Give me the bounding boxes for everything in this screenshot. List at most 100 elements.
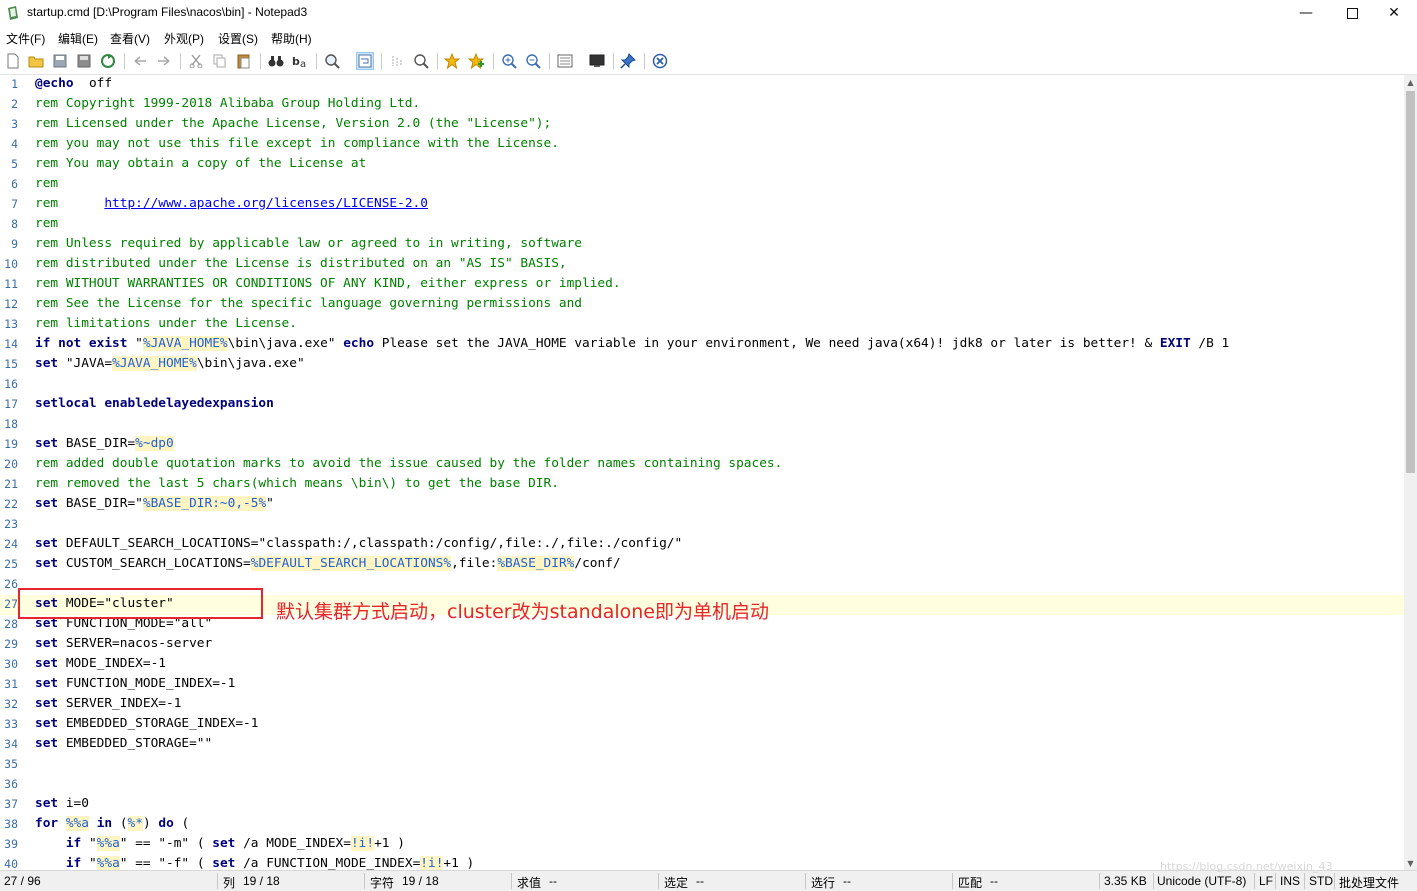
code-line[interactable]: 15 set "JAVA=%JAVA_HOME%\bin\java.exe"	[0, 355, 1404, 375]
line-number: 6	[11, 177, 18, 191]
code-line[interactable]: 4 rem you may not use this file except in…	[0, 135, 1404, 155]
code-line[interactable]: 37 set i=0	[0, 795, 1404, 815]
code-line[interactable]: 3 rem Licensed under the Apache License, …	[0, 115, 1404, 135]
cut-button[interactable]	[187, 52, 205, 70]
code-line[interactable]: 20 rem added double quotation marks to av…	[0, 455, 1404, 475]
code-line[interactable]: 17 setlocal enabledelayedexpansion	[0, 395, 1404, 415]
code-line[interactable]: 16	[0, 375, 1404, 395]
scroll-down-arrow-icon[interactable]: ▼	[1404, 856, 1417, 870]
keyword-token: set	[35, 676, 59, 691]
code-line[interactable]: 21 rem removed the last 5 chars(which mea…	[0, 475, 1404, 495]
line-number: 34	[4, 737, 18, 751]
code-line[interactable]: 35	[0, 755, 1404, 775]
save-button[interactable]	[51, 52, 69, 70]
code-line[interactable]: 11 rem WITHOUT WARRANTIES OR CONDITIONS O…	[0, 275, 1404, 295]
code-line[interactable]: 9 rem Unless required by applicable law o…	[0, 235, 1404, 255]
maximize-button[interactable]	[1329, 0, 1375, 26]
code-line[interactable]: 18	[0, 415, 1404, 435]
code-line[interactable]: 32 set SERVER_INDEX=-1	[0, 695, 1404, 715]
new-file-button[interactable]	[4, 52, 22, 70]
line-number: 4	[11, 137, 18, 151]
copy-button[interactable]	[211, 52, 229, 70]
status-eol[interactable]: LF	[1259, 874, 1273, 888]
code-line[interactable]: 39 if "%%a" == "-m" ( set /a MODE_INDEX=…	[0, 835, 1404, 855]
comment-token: rem Licensed under the Apache License, V…	[35, 116, 552, 131]
status-ins[interactable]: INS	[1280, 874, 1300, 888]
pin-on-top-button[interactable]	[619, 52, 637, 70]
url-link[interactable]: http://www.apache.org/licenses/LICENSE-2…	[104, 196, 428, 211]
code-text: rem Unless required by applicable law or…	[35, 236, 582, 251]
scrollbar-thumb[interactable]	[1406, 91, 1415, 473]
undo-button[interactable]	[131, 52, 149, 70]
status-std[interactable]: STD	[1309, 874, 1333, 888]
status-encoding[interactable]: Unicode (UTF-8)	[1157, 874, 1246, 888]
code-line[interactable]: 23	[0, 515, 1404, 535]
word-wrap-button[interactable]	[356, 52, 374, 70]
code-line[interactable]: 31 set FUNCTION_MODE_INDEX=-1	[0, 675, 1404, 695]
status-lexer[interactable]: 批处理文件	[1339, 874, 1399, 891]
line-number: 36	[4, 777, 18, 791]
menu-edit[interactable]: 编辑(E)	[58, 30, 98, 47]
code-line[interactable]: 29 set SERVER=nacos-server	[0, 635, 1404, 655]
keyword-token: set	[35, 656, 59, 671]
redo-button[interactable]	[155, 52, 173, 70]
variable-token: %%a	[96, 836, 120, 851]
comment-token: rem Copyright 1999-2018 Alibaba Group Ho…	[35, 96, 421, 111]
code-line[interactable]: 30 set MODE_INDEX=-1	[0, 655, 1404, 675]
code-line[interactable]: 14 if not exist "%JAVA_HOME%\bin\java.exe…	[0, 335, 1404, 355]
text-editor[interactable]: 1 @echo off 2 rem Copyright 1999-2018 Aliba…	[0, 75, 1404, 870]
code-line[interactable]: 33 set EMBEDDED_STORAGE_INDEX=-1	[0, 715, 1404, 735]
indent-guides-button[interactable]	[388, 52, 406, 70]
zoom-out-icon	[526, 54, 541, 69]
status-separator	[217, 873, 218, 889]
code-line[interactable]: 24 set DEFAULT_SEARCH_LOCATIONS="classpat…	[0, 535, 1404, 555]
code-line[interactable]: 13 rem limitations under the License.	[0, 315, 1404, 335]
code-line[interactable]: 7 rem http://www.apache.org/licenses/LICE…	[0, 195, 1404, 215]
code-line[interactable]: 8 rem	[0, 215, 1404, 235]
vertical-scrollbar[interactable]: ▲ ▼	[1404, 75, 1417, 870]
favorites-button[interactable]	[443, 52, 461, 70]
replace-button[interactable]: ba	[291, 52, 309, 70]
status-selection-label: 选定	[664, 876, 689, 890]
keyword-token: do	[158, 816, 174, 831]
code-token: +1 )	[374, 836, 405, 851]
zoom-button[interactable]	[412, 52, 430, 70]
add-favorite-button[interactable]	[467, 52, 485, 70]
variable-token: %%a	[96, 856, 120, 870]
reload-button[interactable]	[99, 52, 117, 70]
customize-schemes-button[interactable]	[588, 52, 606, 70]
code-line[interactable]: 6 rem	[0, 175, 1404, 195]
menu-help[interactable]: 帮助(H)	[271, 30, 312, 47]
code-line[interactable]: 2 rem Copyright 1999-2018 Alibaba Group H…	[0, 95, 1404, 115]
code-line[interactable]: 1 @echo off	[0, 75, 1404, 95]
toolbar-separator	[316, 53, 317, 69]
code-line[interactable]: 38 for %%a in (%*) do (	[0, 815, 1404, 835]
code-line[interactable]: 10 rem distributed under the License is d…	[0, 255, 1404, 275]
zoom-find-button[interactable]	[323, 52, 341, 70]
code-line[interactable]: 36	[0, 775, 1404, 795]
code-line[interactable]: 34 set EMBEDDED_STORAGE=""	[0, 735, 1404, 755]
schemes-button[interactable]	[556, 52, 574, 70]
exit-button[interactable]	[651, 52, 669, 70]
status-separator	[1153, 873, 1154, 889]
save-all-button[interactable]	[75, 52, 93, 70]
code-line[interactable]: 12 rem See the License for the specific l…	[0, 295, 1404, 315]
code-line[interactable]: 22 set BASE_DIR="%BASE_DIR:~0,-5%"	[0, 495, 1404, 515]
minimize-button[interactable]: —	[1283, 0, 1329, 26]
menu-settings[interactable]: 设置(S)	[218, 30, 258, 47]
code-line[interactable]: 5 rem You may obtain a copy of the Licens…	[0, 155, 1404, 175]
zoom-in-button[interactable]	[500, 52, 518, 70]
menu-view[interactable]: 查看(V)	[110, 30, 150, 47]
toolbar-separator	[381, 53, 382, 69]
close-button[interactable]: ✕	[1371, 0, 1417, 26]
find-button[interactable]	[267, 52, 285, 70]
line-number: 3	[11, 117, 18, 131]
zoom-out-button[interactable]	[524, 52, 542, 70]
code-line[interactable]: 25 set CUSTOM_SEARCH_LOCATIONS=%DEFAULT_S…	[0, 555, 1404, 575]
open-file-button[interactable]	[27, 52, 45, 70]
scroll-up-arrow-icon[interactable]: ▲	[1404, 75, 1417, 89]
menu-file[interactable]: 文件(F)	[6, 30, 45, 47]
paste-button[interactable]	[235, 52, 253, 70]
code-line[interactable]: 19 set BASE_DIR=%~dp0	[0, 435, 1404, 455]
menu-appearance[interactable]: 外观(P)	[164, 30, 204, 47]
